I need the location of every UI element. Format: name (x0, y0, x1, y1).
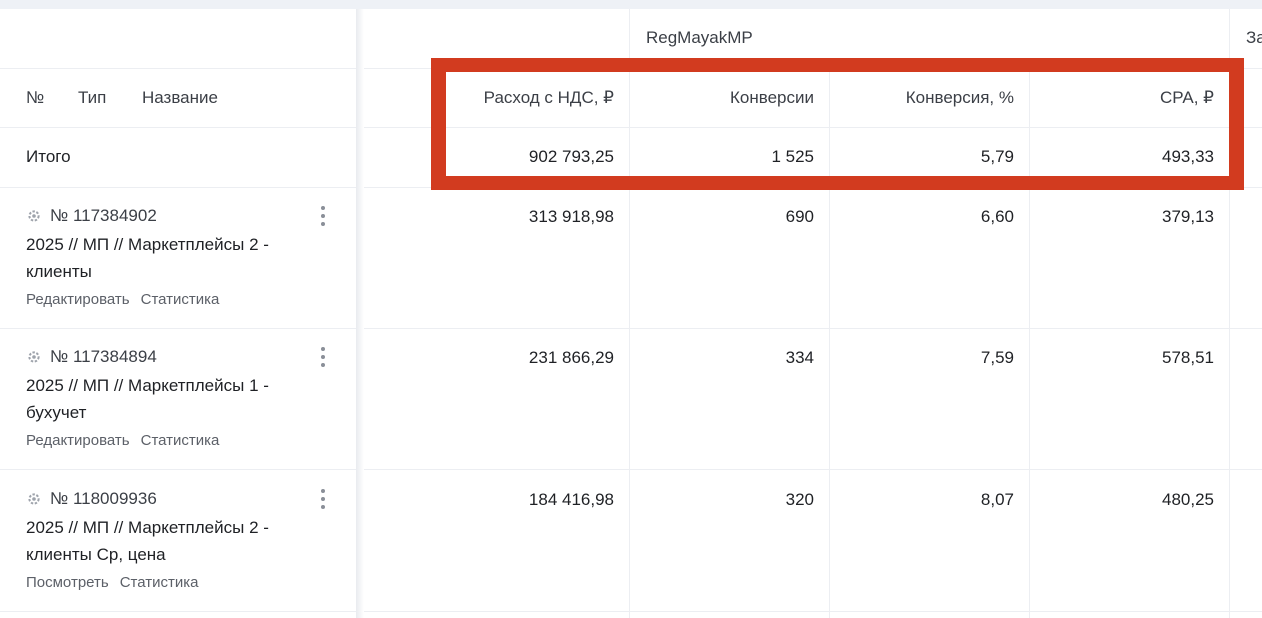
campaign-row: № 118009936 2025 // МП // Маркетплейсы 2… (26, 489, 346, 591)
row-cpa: 379,13 (1162, 207, 1214, 226)
campaign-name[interactable]: 2025 // МП // Маркетплейсы 1 - бухучет (26, 372, 316, 426)
grid-line (364, 127, 1262, 128)
row-conversions: 320 (785, 490, 814, 509)
target-icon (26, 208, 42, 224)
grid-line (0, 328, 356, 329)
campaign-name[interactable]: 2025 // МП // Маркетплейсы 2 - клиенты С… (26, 514, 316, 568)
statistics-link[interactable]: Статистика (120, 574, 199, 591)
campaign-id-line: № 117384902 (26, 206, 346, 226)
column-header-name[interactable]: Название (142, 88, 218, 108)
row-conversion-rate: 8,07 (980, 490, 1014, 509)
grid-line (0, 611, 356, 612)
total-spend: 902 793,25 (528, 147, 614, 166)
top-strip (0, 0, 1262, 9)
campaign-name[interactable]: 2025 // МП // Маркетплейсы 2 - клиенты (26, 231, 316, 285)
row-cpa: 578,51 (1162, 348, 1214, 367)
grid-line (364, 328, 1262, 329)
next-column-group-title: За (1246, 28, 1262, 47)
campaign-id[interactable]: № 117384902 (50, 206, 157, 226)
grid-line (364, 187, 1262, 188)
row-conversions: 690 (785, 207, 814, 226)
column-header-spend[interactable]: Расход с НДС, ₽ (430, 88, 614, 108)
panel-divider (356, 9, 364, 618)
grid-line (364, 68, 1262, 69)
view-link[interactable]: Посмотреть (26, 574, 109, 591)
grid-line (0, 68, 356, 69)
highlight-frame (431, 58, 1244, 190)
total-conversions: 1 525 (771, 147, 814, 166)
edit-link[interactable]: Редактировать (26, 291, 130, 308)
campaign-id[interactable]: № 118009936 (50, 489, 157, 509)
column-header-conversions[interactable]: Конверсии (630, 88, 814, 108)
row-conversion-rate: 7,59 (980, 348, 1014, 367)
grid-line (364, 469, 1262, 470)
statistics-link[interactable]: Статистика (141, 291, 220, 308)
row-spend: 313 918,98 (528, 207, 614, 226)
total-conversion-rate: 5,79 (980, 147, 1014, 166)
campaign-row: № 117384902 2025 // МП // Маркетплейсы 2… (26, 206, 346, 308)
campaign-id[interactable]: № 117384894 (50, 347, 157, 367)
column-header-conversion-rate[interactable]: Конверсия, % (830, 88, 1014, 108)
total-cpa: 493,33 (1162, 147, 1214, 166)
kebab-menu-icon[interactable] (320, 489, 326, 511)
column-header-number[interactable]: № (26, 88, 44, 108)
target-icon (26, 491, 42, 507)
kebab-menu-icon[interactable] (320, 347, 326, 369)
grid-line (0, 127, 356, 128)
edit-link[interactable]: Редактировать (26, 432, 130, 449)
row-spend: 231 866,29 (528, 348, 614, 367)
campaign-row: № 117384894 2025 // МП // Маркетплейсы 1… (26, 347, 346, 449)
kebab-menu-icon[interactable] (320, 206, 326, 228)
row-cpa: 480,25 (1162, 490, 1214, 509)
row-conversions: 334 (785, 348, 814, 367)
row-conversion-rate: 6,60 (980, 207, 1014, 226)
statistics-link[interactable]: Статистика (141, 432, 220, 449)
grid-line (1229, 9, 1230, 618)
grid-line (0, 187, 356, 188)
column-header-type[interactable]: Тип (78, 88, 106, 108)
row-spend: 184 416,98 (528, 490, 614, 509)
totals-label: Итого (26, 147, 71, 166)
column-header-cpa[interactable]: CPA, ₽ (1030, 88, 1214, 108)
column-group-title: RegMayakMP (646, 28, 753, 47)
grid-line (0, 469, 356, 470)
campaign-id-line: № 118009936 (26, 489, 346, 509)
grid-line (364, 611, 1262, 612)
campaign-id-line: № 117384894 (26, 347, 346, 367)
target-icon (26, 349, 42, 365)
